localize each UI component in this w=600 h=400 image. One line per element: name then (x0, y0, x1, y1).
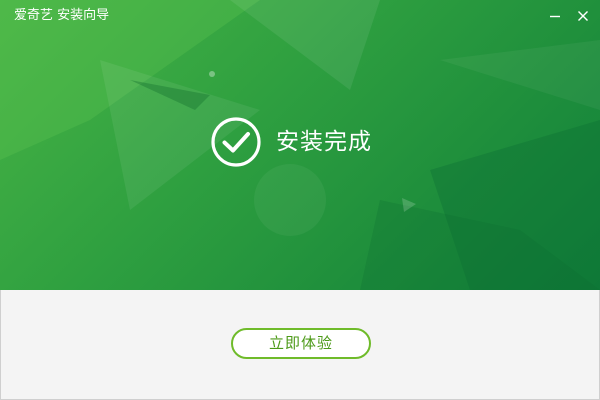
minimize-button[interactable] (543, 4, 567, 28)
window-title: 爱奇艺 安装向导 (14, 8, 110, 23)
status-text: 安装完成 (276, 129, 372, 155)
install-status: 安装完成 (210, 116, 372, 168)
footer-panel: 立即体验 (0, 290, 600, 400)
close-button[interactable] (571, 4, 595, 28)
hero-banner: 爱奇艺 安装向导 安装完成 (0, 0, 600, 290)
check-circle-icon (211, 117, 261, 167)
title-bar[interactable]: 爱奇艺 安装向导 (0, 0, 600, 32)
close-icon (578, 11, 588, 21)
minimize-icon (550, 15, 560, 18)
start-now-button[interactable]: 立即体验 (231, 328, 371, 359)
installer-window: 爱奇艺 安装向导 安装完成 立即体验 (0, 0, 600, 400)
